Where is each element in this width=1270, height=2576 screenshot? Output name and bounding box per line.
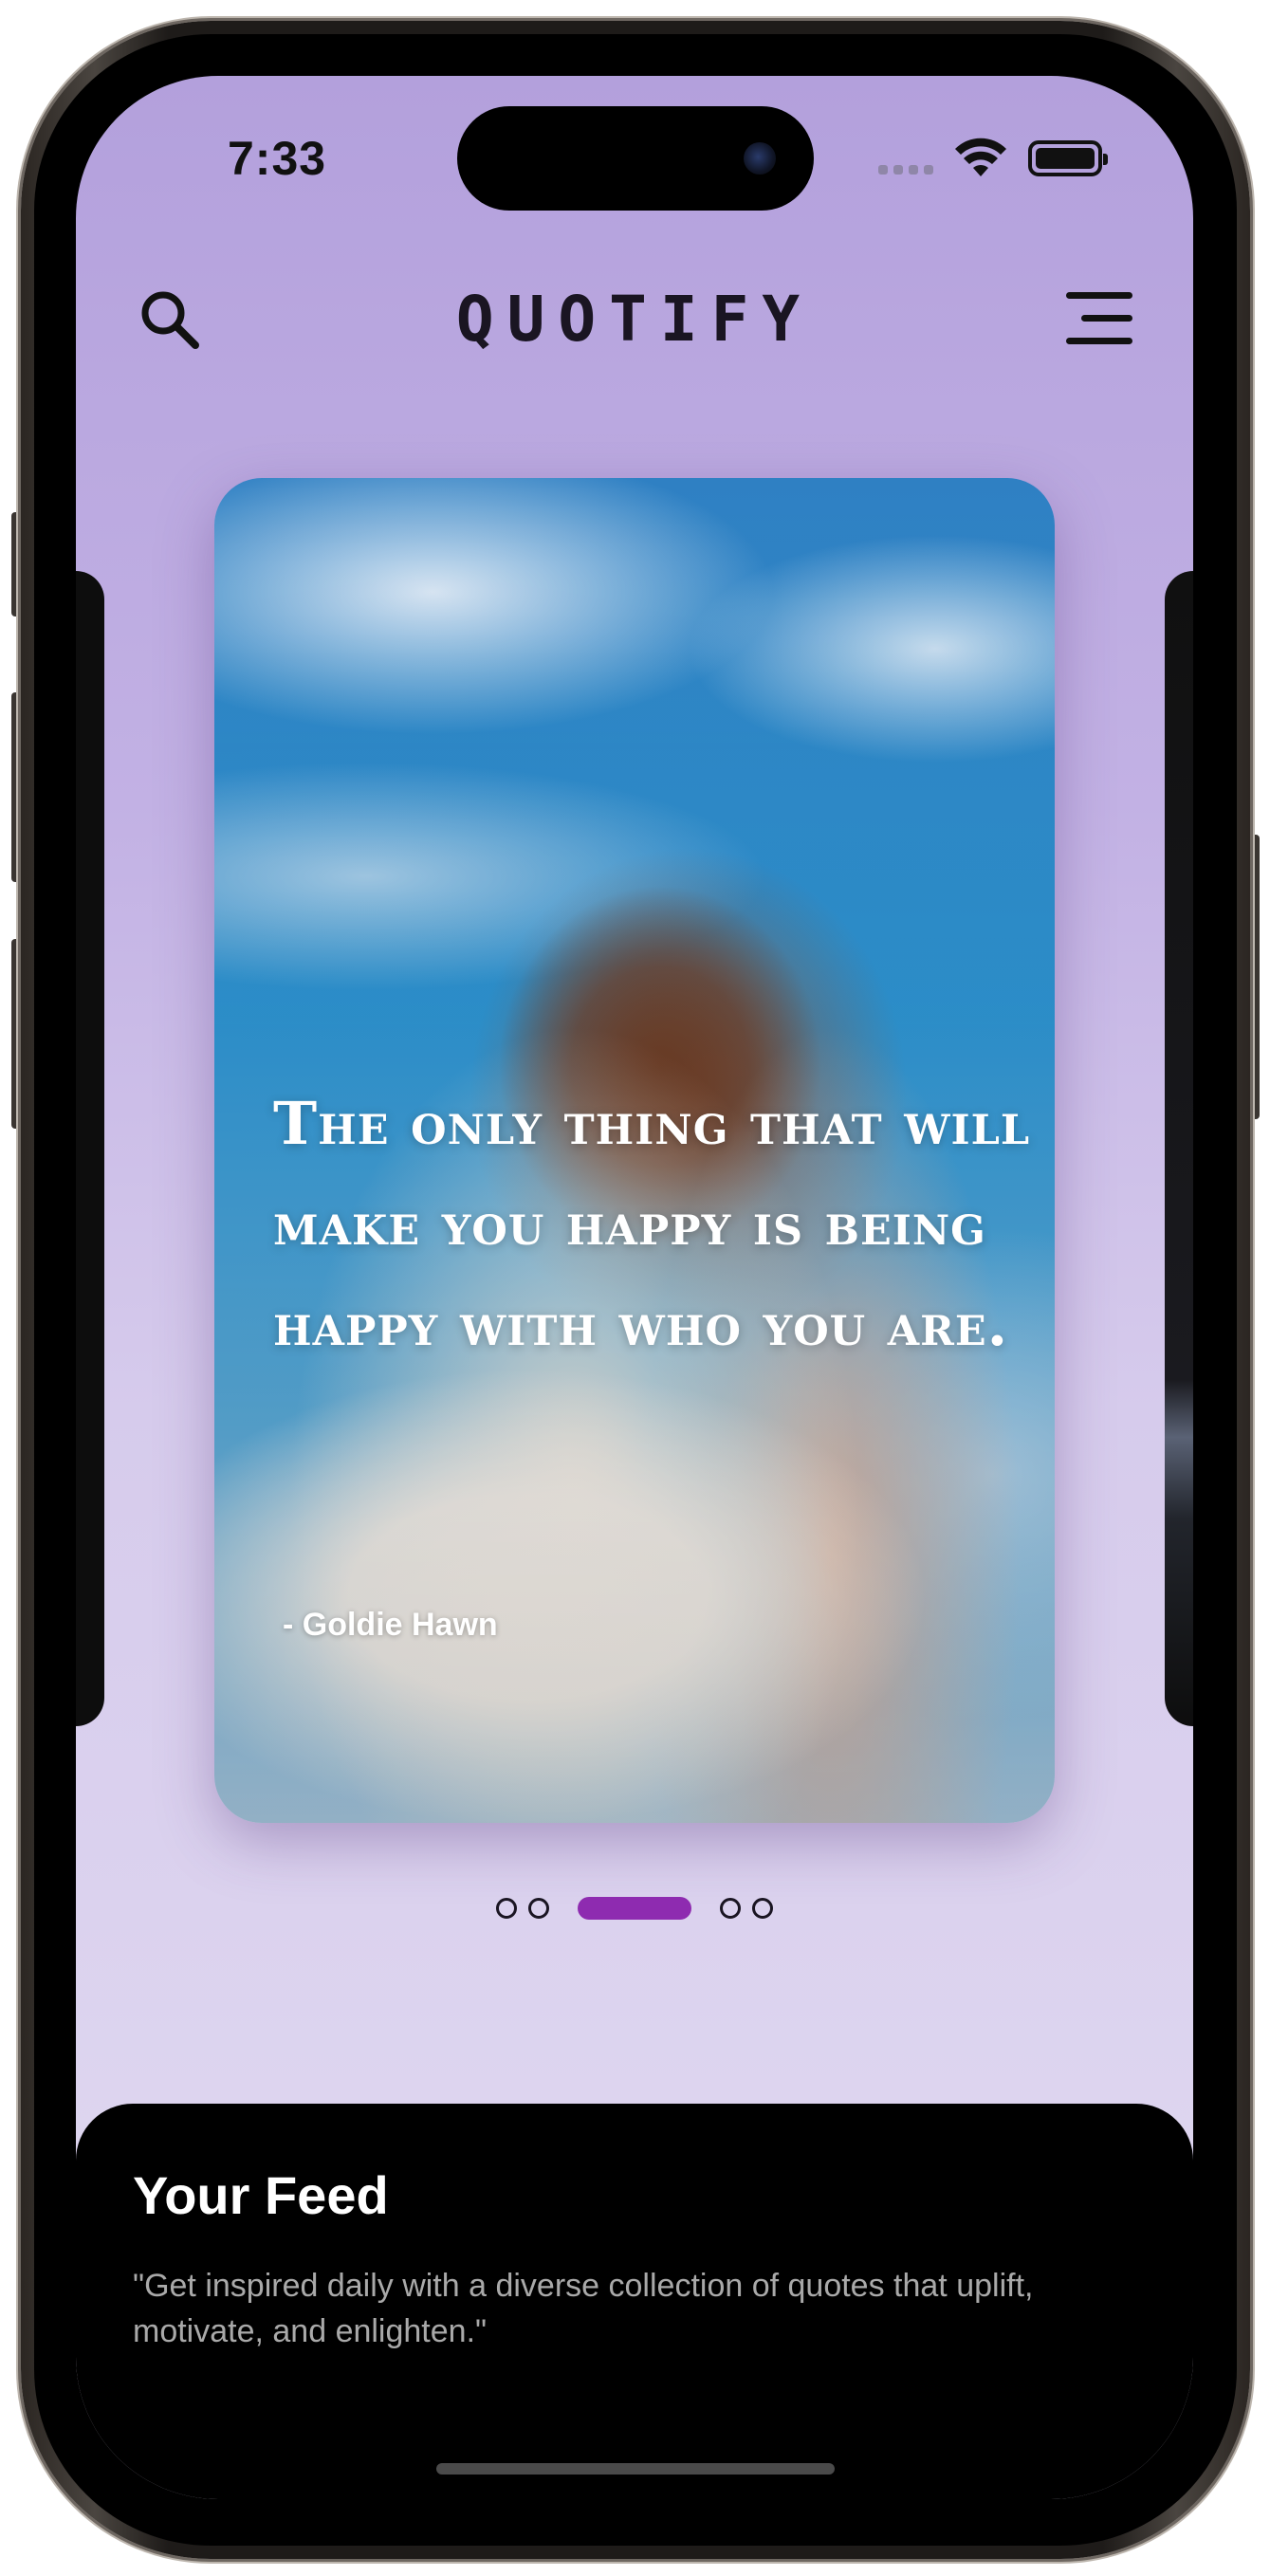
page-dot[interactable] — [720, 1898, 741, 1919]
battery-icon — [1028, 140, 1108, 176]
quote-card[interactable]: The only thing that will make you happy … — [214, 478, 1055, 1823]
quote-text: The only thing that will make you happy … — [273, 1089, 1031, 1359]
volume-down-button — [11, 939, 21, 1129]
device-mockup: 7:33 QUOTIFY The only thing that will ma… — [0, 0, 1270, 2576]
wifi-icon — [955, 138, 1006, 176]
menu-icon[interactable] — [1060, 286, 1132, 349]
quote-author: - Goldie Hawn — [283, 1607, 498, 1643]
app-logo: QUOTIFY — [455, 283, 814, 356]
previous-quote-card[interactable] — [76, 571, 104, 1726]
page-dot-active[interactable] — [578, 1897, 691, 1920]
action-button — [11, 512, 21, 616]
page-dot[interactable] — [496, 1898, 517, 1919]
home-indicator[interactable] — [436, 2463, 835, 2475]
front-camera — [744, 142, 776, 175]
app-screen: 7:33 QUOTIFY The only thing that will ma… — [76, 76, 1193, 2499]
feed-description: "Get inspired daily with a diverse colle… — [133, 2268, 1034, 2349]
next-quote-card[interactable] — [1165, 571, 1193, 1726]
feed-title: Your Feed — [133, 2165, 389, 2225]
page-indicator — [76, 1897, 1193, 1920]
power-button — [1250, 835, 1260, 1119]
page-dot[interactable] — [752, 1898, 773, 1919]
status-time: 7:33 — [228, 132, 327, 185]
feed-sheet[interactable]: Your Feed "Get inspired daily with a div… — [76, 2104, 1193, 2499]
volume-up-button — [11, 692, 21, 882]
dynamic-island — [457, 106, 814, 211]
cellular-signal-icon — [878, 165, 933, 175]
page-dot[interactable] — [528, 1898, 549, 1919]
